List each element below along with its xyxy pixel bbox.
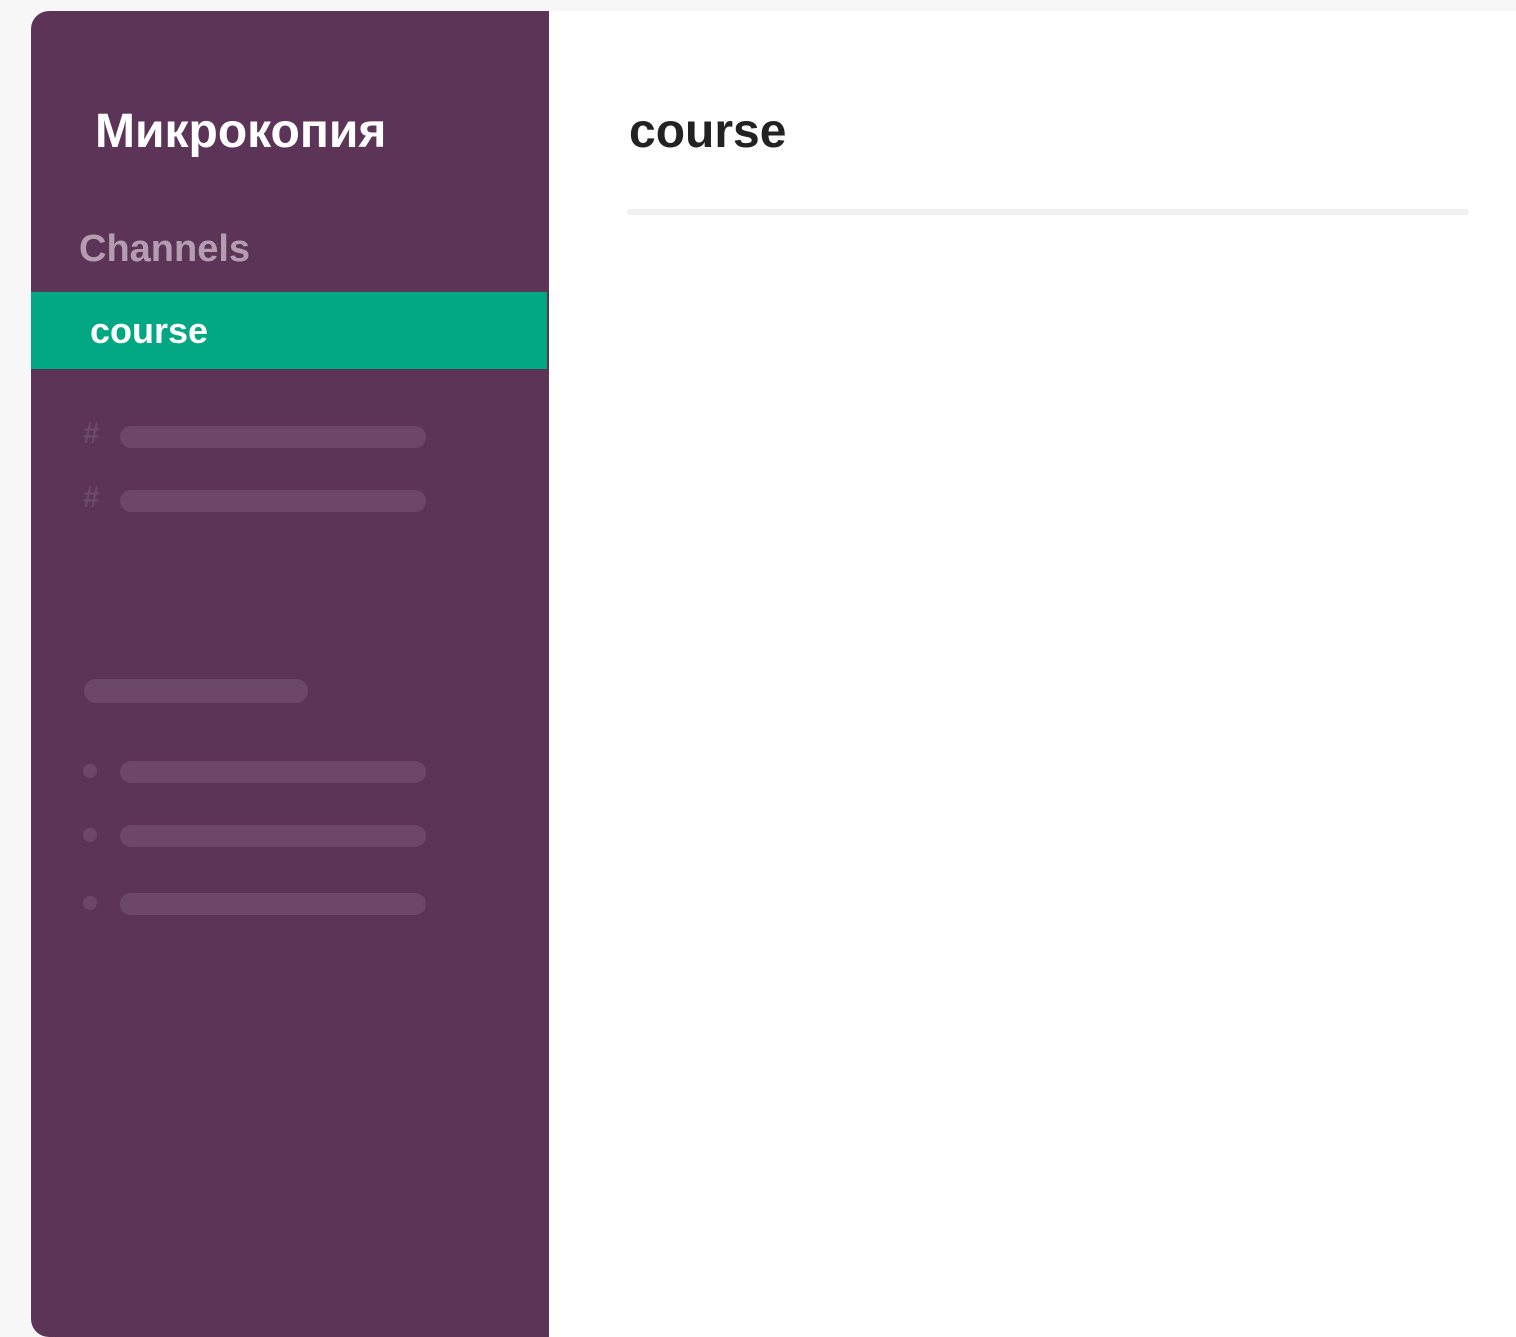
main-panel: course	[549, 11, 1516, 1337]
placeholder-channel-item[interactable]: #	[83, 481, 429, 514]
channel-title: course	[629, 105, 787, 158]
hash-icon: #	[83, 481, 100, 514]
sidebar: Микрокопия Channels course # #	[31, 11, 549, 1337]
status-dot-icon	[83, 828, 97, 842]
status-dot-icon	[83, 896, 97, 910]
placeholder-channel-item[interactable]: #	[83, 417, 429, 450]
sidebar-item-label: course	[90, 310, 209, 351]
placeholder-dm-bar	[120, 761, 426, 783]
app-window: Микрокопия Channels course # # course	[31, 11, 1516, 1337]
placeholder-dm-bar	[120, 825, 426, 847]
status-dot-icon	[83, 764, 97, 778]
placeholder-dm-item[interactable]	[83, 891, 429, 915]
placeholder-dm-bar	[120, 893, 426, 915]
sidebar-item-course[interactable]: course	[31, 292, 547, 369]
channels-section-label[interactable]: Channels	[79, 227, 250, 273]
hash-icon: #	[83, 417, 100, 450]
title-divider	[627, 209, 1469, 215]
workspace-name[interactable]: Микрокопия	[95, 103, 386, 161]
placeholder-dm-item[interactable]	[83, 759, 429, 783]
placeholder-channel-bar	[120, 490, 426, 512]
placeholder-section-heading	[84, 679, 308, 703]
placeholder-dm-item[interactable]	[83, 823, 429, 847]
placeholder-channel-bar	[120, 426, 426, 448]
